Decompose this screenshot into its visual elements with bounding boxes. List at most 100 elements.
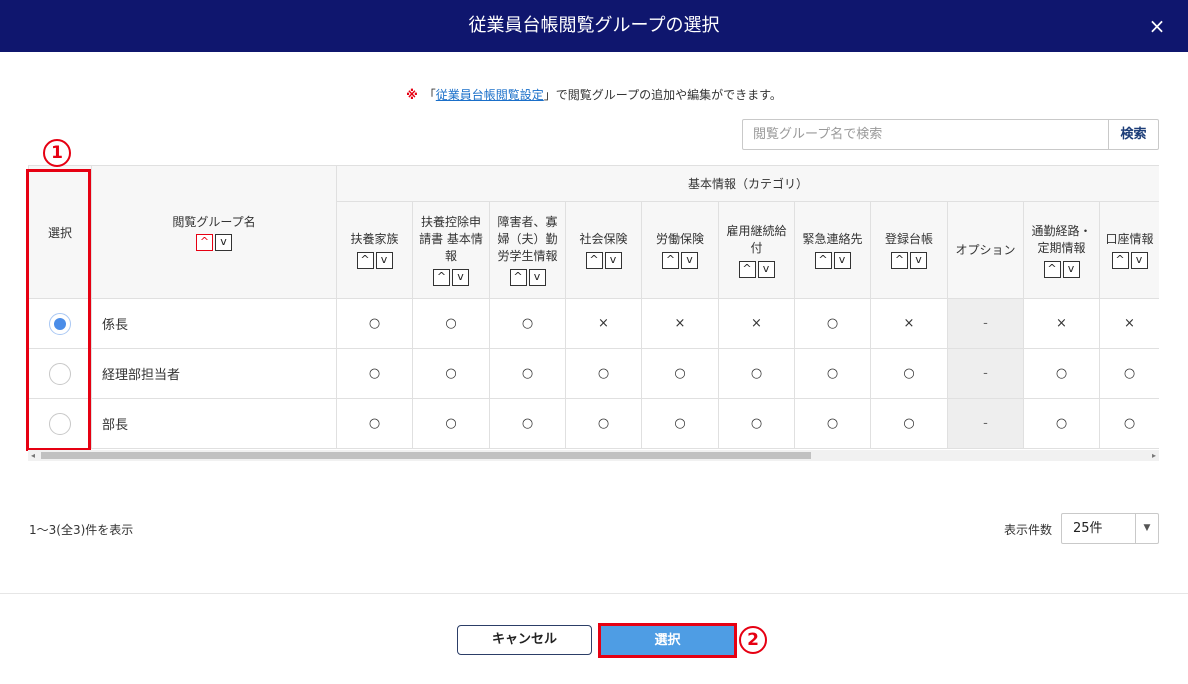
- horizontal-scrollbar[interactable]: ◂ ▸: [28, 450, 1159, 461]
- sort-down-icon[interactable]: v: [215, 234, 232, 251]
- permission-cell: ○: [641, 398, 719, 449]
- permission-cell: ○: [870, 348, 948, 399]
- column-header: 登録台帳 ^ v: [870, 201, 948, 299]
- group-name: 経理部担当者: [91, 348, 337, 399]
- permission-cell: -: [947, 398, 1024, 449]
- sort-up-icon[interactable]: ^: [662, 252, 679, 269]
- permission-cell: ○: [870, 398, 948, 449]
- dialog-header: 従業員台帳閲覧グループの選択 ×: [0, 0, 1188, 52]
- permission-cell: ○: [1098, 398, 1159, 449]
- permission-cell: ○: [794, 348, 871, 399]
- column-header: 扶養控除申請書 基本情報 ^ v: [412, 201, 490, 299]
- permission-cell: -: [947, 348, 1024, 399]
- column-sort: ^ v: [662, 252, 698, 269]
- group-name: 部長: [91, 398, 337, 449]
- column-sort: ^ v: [433, 269, 469, 286]
- dialog-title: 従業員台帳閲覧グループの選択: [468, 15, 720, 36]
- column-header-label: 口座情報: [1105, 232, 1154, 246]
- category-header: 基本情報（カテゴリ）: [335, 165, 1159, 202]
- sort-down-icon[interactable]: v: [528, 269, 546, 286]
- permission-cell: ○: [718, 348, 795, 399]
- scroll-left-icon[interactable]: ◂: [31, 450, 35, 461]
- sort-up-icon[interactable]: ^: [1043, 260, 1061, 278]
- sort-down-icon[interactable]: v: [681, 252, 698, 269]
- column-header: 口座情報 ^ v: [1098, 201, 1159, 299]
- search-input[interactable]: [743, 120, 1109, 149]
- per-page-select[interactable]: 25件 ▼: [1061, 513, 1159, 544]
- search-box: 検索: [742, 119, 1159, 150]
- column-header-label: 登録台帳: [884, 232, 933, 246]
- table-row[interactable]: 係長 ○ ○ ○ × × × ○ × - × ×: [28, 298, 1159, 349]
- chevron-down-icon: ▼: [1135, 514, 1158, 543]
- sort-up-icon[interactable]: ^: [814, 252, 832, 269]
- column-header: 社会保険 ^ v: [565, 201, 642, 299]
- sort-down-icon[interactable]: v: [1130, 252, 1148, 269]
- sort-down-icon[interactable]: v: [375, 252, 393, 269]
- column-header: 労働保険 ^ v: [641, 201, 719, 299]
- sort-down-icon[interactable]: v: [604, 252, 622, 269]
- permission-cell: ○: [489, 348, 566, 399]
- permission-cell: ○: [412, 348, 490, 399]
- per-page-label: 表示件数: [1004, 523, 1053, 537]
- column-sort: ^ v: [509, 269, 546, 286]
- permission-cell: ○: [412, 298, 490, 349]
- sort-up-icon[interactable]: ^: [509, 269, 527, 286]
- column-sort: ^ v: [585, 252, 622, 269]
- footer-divider: [0, 593, 1188, 594]
- sort-down-icon[interactable]: v: [910, 252, 927, 269]
- sort-down-icon[interactable]: v: [452, 269, 469, 286]
- settings-link[interactable]: 従業員台帳閲覧設定: [436, 88, 544, 102]
- select-column-highlight: [26, 169, 91, 451]
- name-header: 閲覧グループ名 ^ v: [91, 165, 337, 299]
- permission-cell: ○: [489, 398, 566, 449]
- name-header-label: 閲覧グループ名: [172, 215, 256, 229]
- sort-up-icon[interactable]: ^: [891, 252, 908, 269]
- scroll-right-icon[interactable]: ▸: [1152, 450, 1156, 461]
- column-sort: ^ v: [356, 252, 393, 269]
- sort-down-icon[interactable]: v: [757, 260, 775, 278]
- column-header: 通勤経路・定期情報 ^ v: [1023, 201, 1100, 299]
- search-button[interactable]: 検索: [1108, 120, 1158, 149]
- column-header: 障害者、寡婦（夫）勤労学生情報 ^ v: [489, 201, 566, 299]
- sort-up-icon[interactable]: ^: [1111, 252, 1129, 269]
- column-header: 雇用継続給付 ^ v: [718, 201, 795, 299]
- select-button[interactable]: 選択: [601, 626, 734, 655]
- notice-suffix: 」で閲覧グループの追加や編集ができます。: [543, 88, 782, 102]
- column-header-label: 社会保険: [579, 232, 628, 246]
- sort-down-icon[interactable]: v: [1062, 260, 1080, 278]
- column-sort: ^ v: [1111, 252, 1148, 269]
- column-header-label: 緊急連絡先: [802, 232, 863, 246]
- permission-cell: -: [947, 298, 1024, 349]
- result-count: 1〜3(全3)件を表示: [29, 523, 134, 537]
- scroll-thumb[interactable]: [41, 452, 811, 459]
- table-row[interactable]: 経理部担当者 ○ ○ ○ ○ ○ ○ ○ ○ - ○ ○: [28, 348, 1159, 399]
- column-header: 扶養家族 ^ v: [336, 201, 413, 299]
- notice-text: ※ 「従業員台帳閲覧設定」で閲覧グループの追加や編集ができます。: [0, 86, 1188, 103]
- sort-down-icon[interactable]: v: [833, 252, 851, 269]
- column-header: オプション: [947, 201, 1024, 299]
- permission-cell: ○: [336, 398, 413, 449]
- name-sort: ^ v: [196, 234, 232, 251]
- sort-up-icon[interactable]: ^: [433, 269, 450, 286]
- permission-cell: ○: [336, 298, 413, 349]
- permission-cell: ×: [1023, 298, 1100, 349]
- notice-mark: ※: [406, 88, 418, 102]
- sort-up-icon[interactable]: ^: [196, 234, 213, 251]
- column-header-label: 通勤経路・定期情報: [1031, 223, 1092, 255]
- sort-up-icon[interactable]: ^: [356, 252, 374, 269]
- cancel-button[interactable]: キャンセル: [457, 625, 592, 655]
- sort-up-icon[interactable]: ^: [738, 260, 756, 278]
- permission-cell: ○: [641, 348, 719, 399]
- permission-cell: ○: [1023, 398, 1100, 449]
- group-table: 選択 閲覧グループ名 ^ v 基本情報（カテゴリ） 扶養家族 ^ v 扶養控除申請書 基…: [28, 165, 1159, 461]
- column-sort: ^ v: [891, 252, 927, 269]
- permission-cell: ○: [1023, 348, 1100, 399]
- permission-cell: ○: [412, 398, 490, 449]
- table-row[interactable]: 部長 ○ ○ ○ ○ ○ ○ ○ ○ - ○ ○: [28, 398, 1159, 449]
- permission-cell: ○: [336, 348, 413, 399]
- permission-cell: ×: [1098, 298, 1159, 349]
- close-icon[interactable]: ×: [1144, 13, 1170, 39]
- sort-up-icon[interactable]: ^: [585, 252, 603, 269]
- annotation-marker-1: 1: [43, 139, 71, 167]
- permission-cell: ○: [1098, 348, 1159, 399]
